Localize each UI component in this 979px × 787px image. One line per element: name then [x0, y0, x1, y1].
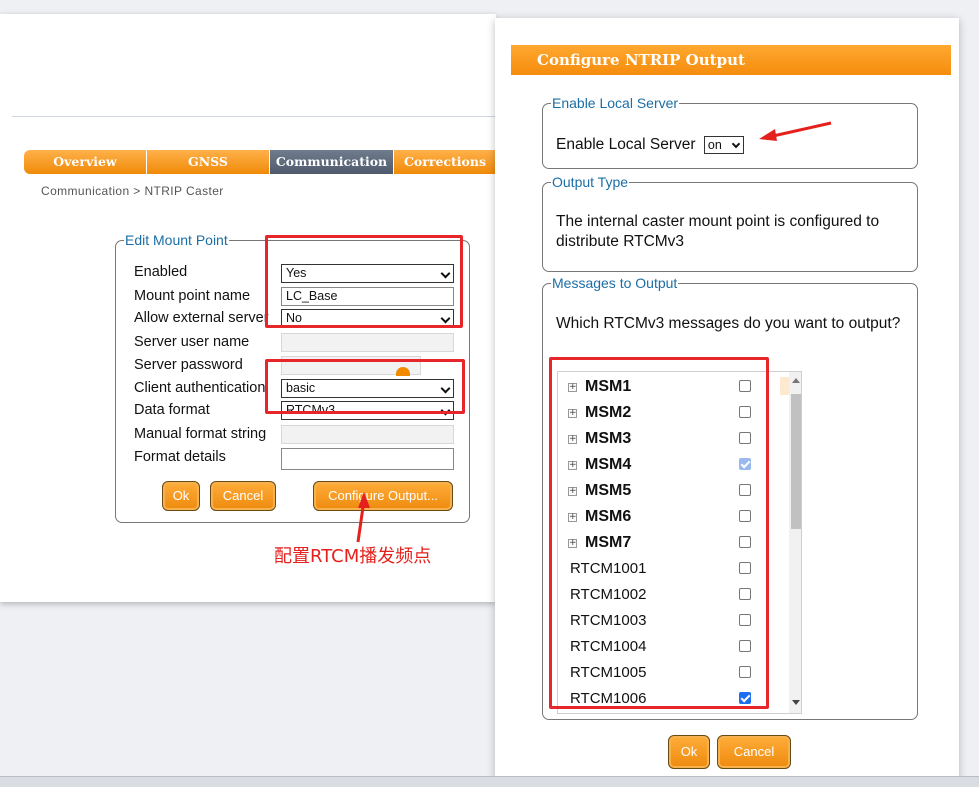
annotation-arrow — [356, 492, 370, 543]
output-type-text: The internal caster mount point is confi… — [556, 213, 880, 250]
configure-ntrip-output-dialog: Configure NTRIP Output Enable Local Serv… — [495, 18, 959, 786]
arrow-head — [759, 129, 777, 141]
panel-legend: Messages to Output — [552, 275, 678, 291]
field-label: Manual format string — [134, 426, 267, 442]
dialog-cancel-button[interactable]: Cancel — [717, 735, 791, 769]
mount-point-page: Overview GNSS Communication Corrections … — [0, 14, 496, 602]
tab-corrections[interactable]: Corrections — [394, 150, 496, 174]
arrow-shaft — [772, 121, 832, 138]
row-enabled: Enabled — [134, 261, 282, 283]
tab-communication[interactable]: Communication — [270, 150, 394, 174]
output-type-panel: Output Type The internal caster mount po… — [542, 174, 918, 272]
row-client-authentication: Client authentication — [134, 377, 282, 399]
cancel-button[interactable]: Cancel — [210, 481, 276, 511]
main-nav: Overview GNSS Communication Corrections — [24, 150, 496, 174]
annotation-arrow — [759, 121, 832, 141]
enable-local-server-row: Enable Local Server on — [556, 135, 744, 155]
highlight-box — [549, 357, 769, 709]
dialog-title: Configure NTRIP Output — [511, 45, 951, 75]
format-details-input[interactable] — [281, 448, 454, 470]
row-server-password: Server password — [134, 354, 282, 376]
tab-gnss[interactable]: GNSS — [147, 150, 270, 174]
list-scrollbar[interactable] — [789, 372, 801, 713]
header-divider — [12, 116, 496, 117]
field-label: Format details — [134, 449, 226, 465]
enable-local-server-panel: Enable Local Server Enable Local Server … — [542, 95, 918, 169]
field-label: Enabled — [134, 264, 188, 280]
highlight-box — [265, 359, 465, 414]
row-server-user-name: Server user name — [134, 331, 282, 353]
row-data-format: Data format — [134, 399, 282, 421]
row-mount-point-name: Mount point name — [134, 285, 282, 307]
bottom-bar — [0, 776, 979, 787]
panel-legend: Enable Local Server — [552, 95, 679, 111]
ok-button[interactable]: Ok — [162, 481, 200, 511]
dialog-ok-button[interactable]: Ok — [668, 735, 710, 769]
scroll-up-arrow-icon[interactable] — [792, 378, 800, 383]
highlight-box — [265, 235, 463, 328]
enable-local-server-label: Enable Local Server — [556, 136, 696, 153]
row-format-details: Format details — [134, 446, 282, 468]
scroll-thumb[interactable] — [791, 394, 801, 529]
breadcrumb: Communication > NTRIP Caster — [41, 184, 224, 198]
row-allow-external-server: Allow external server — [134, 307, 282, 329]
panel-legend: Edit Mount Point — [125, 232, 228, 248]
row-manual-format-string: Manual format string — [134, 423, 282, 445]
field-label: Allow external server — [134, 310, 269, 326]
manual-format-string-input[interactable] — [281, 425, 454, 444]
field-label: Client authentication — [134, 380, 266, 396]
field-label: Server password — [134, 357, 243, 373]
field-label: Server user name — [134, 334, 250, 350]
messages-question: Which RTCMv3 messages do you want to out… — [556, 315, 901, 332]
annotation-text: 配置RTCM播发频点 — [274, 546, 432, 567]
arrow-head — [358, 492, 370, 508]
tab-overview[interactable]: Overview — [24, 150, 147, 174]
scroll-down-arrow-icon[interactable] — [792, 700, 800, 705]
server-user-name-input[interactable] — [281, 333, 454, 352]
configure-output-button[interactable]: Configure Output... — [313, 481, 453, 511]
field-label: Mount point name — [134, 288, 251, 304]
top-strip — [0, 0, 979, 14]
panel-legend: Output Type — [552, 174, 629, 190]
enable-local-server-select[interactable]: on — [703, 135, 744, 154]
field-label: Data format — [134, 402, 210, 418]
